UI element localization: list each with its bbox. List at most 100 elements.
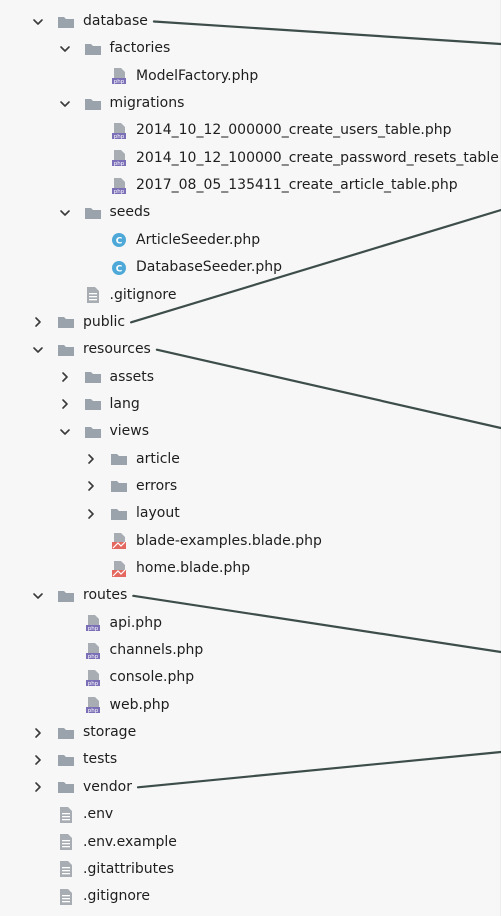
tree-item-blade-examples-blade-php[interactable]: blade-examples.blade.php [0,528,501,555]
tree-item-label: storage [83,724,137,741]
chevron-right-icon[interactable] [31,780,45,794]
tree-item-database[interactable]: database [0,8,501,35]
php-file-icon: php [110,149,128,167]
php-file-icon: php [84,669,102,687]
tree-item-api-php[interactable]: php api.php [0,610,501,637]
tree-item-label: DatabaseSeeder.php [136,259,282,276]
chevron-down-icon[interactable] [58,425,72,439]
folder-icon [57,751,75,769]
tree-item-gitattributes[interactable]: .gitattributes [0,856,501,883]
folder-icon [57,724,75,742]
folder-icon [84,395,102,413]
tree-item-label: routes [83,587,128,604]
tree-item-web-php[interactable]: php web.php [0,692,501,719]
svg-text:php: php [87,708,98,714]
tree-item-label: tests [83,751,118,768]
svg-text:php: php [114,161,125,167]
tree-item-label: 2017_08_05_135411_create_article_table.p… [136,177,458,194]
text-file-icon [84,286,102,304]
tree-item-errors[interactable]: errors [0,473,501,500]
chevron-right-icon[interactable] [31,315,45,329]
folder-icon [57,313,75,331]
tree-item-env-example[interactable]: .env.example [0,829,501,856]
chevron-down-icon[interactable] [31,343,45,357]
chevron-down-icon[interactable] [58,206,72,220]
tree-item-storage[interactable]: storage [0,719,501,746]
tree-item-gitignore[interactable]: .gitignore [0,282,501,309]
tree-item-tests[interactable]: tests [0,746,501,773]
tree-item-2014-10-12-000000-create-users-table-php[interactable]: php 2014_10_12_000000_create_users_table.… [0,117,501,144]
tree-item-label: lang [109,395,140,412]
chevron-down-icon[interactable] [58,97,72,111]
tree-item-label: views [109,423,150,440]
php-class-icon: C [110,259,128,277]
svg-text:php: php [87,681,98,687]
text-file-icon [57,888,75,906]
tree-item-label: channels.php [109,642,204,659]
tree-item-label: resources [83,341,151,358]
text-file-icon [57,806,75,824]
folder-icon [57,587,75,605]
tree-item-articleseeder-php[interactable]: C ArticleSeeder.php [0,227,501,254]
text-file-icon [57,860,75,878]
tree-item-factories[interactable]: factories [0,35,501,62]
chevron-right-icon[interactable] [58,397,72,411]
tree-item-label: migrations [109,95,185,112]
text-file-icon [57,833,75,851]
chevron-right-icon[interactable] [31,753,45,767]
chevron-right-icon[interactable] [31,726,45,740]
tree-item-label: web.php [109,696,170,713]
tree-item-label: .env.example [83,833,177,850]
tree-item-label: .env [83,806,114,823]
tree-item-public[interactable]: public [0,309,501,336]
tree-item-migrations[interactable]: migrations [0,90,501,117]
tree-item-resources[interactable]: resources [0,336,501,363]
tree-item-modelfactory-php[interactable]: php ModelFactory.php [0,63,501,90]
chevron-right-icon[interactable] [58,370,72,384]
folder-icon [84,95,102,113]
tree-item-label: assets [109,368,155,385]
folder-icon [84,423,102,441]
php-file-icon: php [110,177,128,195]
tree-item-gitignore[interactable]: .gitignore [0,883,501,910]
tree-item-2017-08-05-135411-create-article-table-php[interactable]: php 2017_08_05_135411_create_article_tabl… [0,172,501,199]
chevron-right-icon[interactable] [84,479,98,493]
tree-item-label: seeds [109,204,151,221]
chevron-down-icon[interactable] [31,589,45,603]
chevron-down-icon[interactable] [31,15,45,29]
tree-item-databaseseeder-php[interactable]: C DatabaseSeeder.php [0,254,501,281]
tree-item-label: 2014_10_12_100000_create_password_resets… [136,149,501,166]
tree-item-layout[interactable]: layout [0,500,501,527]
tree-item-console-php[interactable]: php console.php [0,664,501,691]
tree-item-routes[interactable]: routes [0,582,501,609]
svg-text:php: php [114,134,125,140]
chevron-down-icon[interactable] [58,42,72,56]
tree-item-seeds[interactable]: seeds [0,199,501,226]
tree-item-channels-php[interactable]: php channels.php [0,637,501,664]
chevron-right-icon[interactable] [84,507,98,521]
tree-item-env[interactable]: .env [0,801,501,828]
svg-text:C: C [116,264,123,274]
tree-item-label: api.php [109,614,162,631]
folder-icon [57,341,75,359]
svg-text:C: C [116,237,123,247]
tree-item-assets[interactable]: assets [0,364,501,391]
svg-text:php: php [87,626,98,632]
tree-item-lang[interactable]: lang [0,391,501,418]
tree-item-label: public [83,313,126,330]
tree-item-views[interactable]: views [0,418,501,445]
tree-item-home-blade-php[interactable]: home.blade.php [0,555,501,582]
tree-item-label: home.blade.php [136,560,251,576]
folder-icon [84,368,102,386]
tree-item-vendor[interactable]: vendor [0,774,501,801]
tree-item-2014-10-12-100000-create-password-resets-table-php[interactable]: php 2014_10_12_100000_create_password_res… [0,145,501,172]
folder-icon [110,477,128,495]
tree-item-label: factories [109,40,171,57]
blade-file-icon [110,532,128,550]
tree-item-label: vendor [83,778,132,795]
chevron-right-icon[interactable] [84,452,98,466]
tree-item-article[interactable]: article [0,446,501,473]
svg-text:php: php [114,189,125,195]
tree-item-label: 2014_10_12_000000_create_users_table.php [136,122,452,139]
tree-item-label: blade-examples.blade.php [136,532,322,549]
